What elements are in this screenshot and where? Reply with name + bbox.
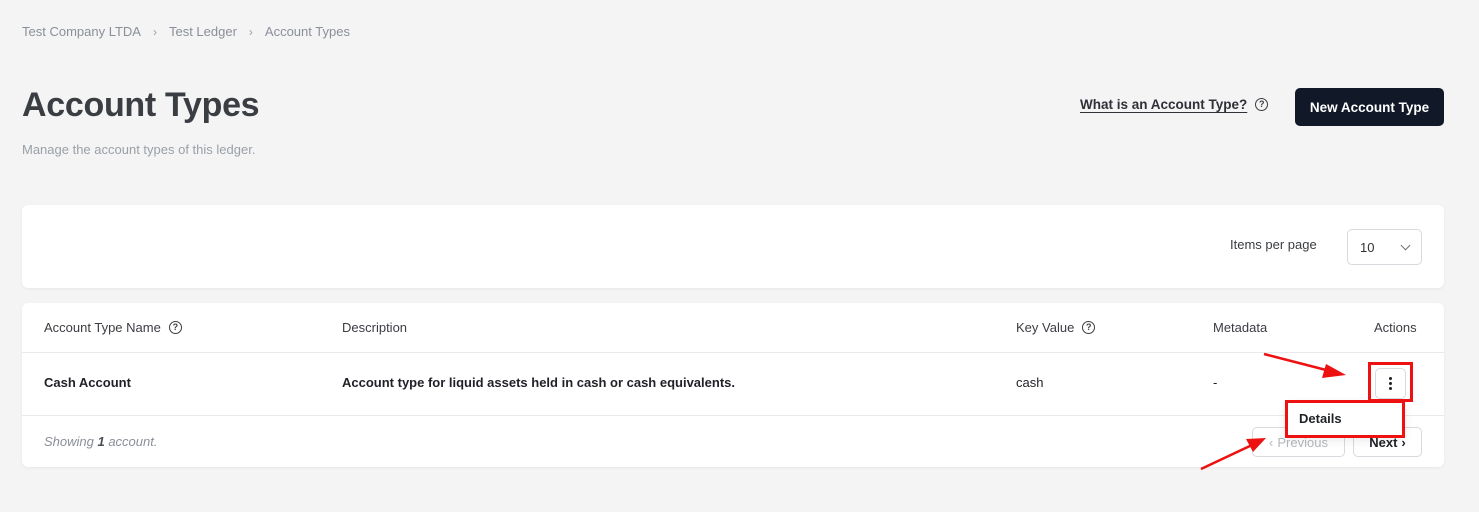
chevron-left-icon: ‹	[1269, 434, 1274, 450]
pagination-summary: Showing 1 account.	[44, 434, 157, 449]
divider	[22, 415, 1444, 416]
help-circle-icon: ?	[1255, 98, 1269, 111]
items-per-page-label: Items per page	[1230, 237, 1317, 252]
page-subtitle: Manage the account types of this ledger.	[22, 142, 256, 157]
account-types-table: Account Type Name ? Description Key Valu…	[22, 303, 1444, 467]
breadcrumb: Test Company LTDA › Test Ledger › Accoun…	[22, 24, 350, 39]
breadcrumb-item-ledger[interactable]: Test Ledger	[169, 24, 237, 39]
row-actions-button[interactable]	[1375, 368, 1406, 399]
column-header-actions: Actions	[1374, 320, 1417, 335]
row-actions-menu: Details	[1285, 400, 1405, 437]
filter-card: Items per page 10	[22, 205, 1444, 288]
items-per-page-select[interactable]: 10	[1347, 229, 1422, 265]
menu-item-details[interactable]: Details	[1299, 411, 1342, 426]
help-circle-icon[interactable]: ?	[1082, 321, 1096, 334]
help-link-label: What is an Account Type?	[1080, 97, 1248, 112]
chevron-down-icon	[1400, 240, 1411, 250]
more-vertical-icon	[1389, 377, 1392, 390]
cell-metadata: -	[1213, 375, 1218, 390]
column-header-description: Description	[342, 320, 408, 335]
divider	[22, 352, 1444, 353]
column-header-name-label: Account Type Name	[44, 320, 161, 335]
pagination-summary-suffix: account.	[104, 434, 158, 449]
chevron-right-icon: ›	[152, 24, 157, 39]
cell-description: Account type for liquid assets held in c…	[342, 375, 735, 390]
help-circle-icon[interactable]: ?	[168, 321, 182, 334]
cell-key-value: cash	[1016, 375, 1044, 390]
page: Test Company LTDA › Test Ledger › Accoun…	[0, 0, 1479, 512]
pagination-count: 1	[97, 434, 105, 449]
cell-name: Cash Account	[44, 375, 131, 390]
chevron-right-icon: ›	[248, 24, 253, 39]
page-title: Account Types	[22, 86, 260, 124]
help-link[interactable]: What is an Account Type? ?	[1080, 97, 1269, 112]
new-account-type-button[interactable]: New Account Type	[1295, 88, 1444, 126]
column-header-metadata: Metadata	[1213, 320, 1268, 335]
breadcrumb-item-company[interactable]: Test Company LTDA	[22, 24, 141, 39]
column-header-name: Account Type Name ?	[44, 320, 182, 335]
items-per-page-value: 10	[1360, 239, 1375, 255]
column-header-key-value: Key Value ?	[1016, 320, 1096, 335]
column-header-key-value-label: Key Value	[1016, 320, 1075, 335]
pagination-summary-prefix: Showing	[44, 434, 98, 449]
breadcrumb-item-current: Account Types	[264, 24, 350, 39]
